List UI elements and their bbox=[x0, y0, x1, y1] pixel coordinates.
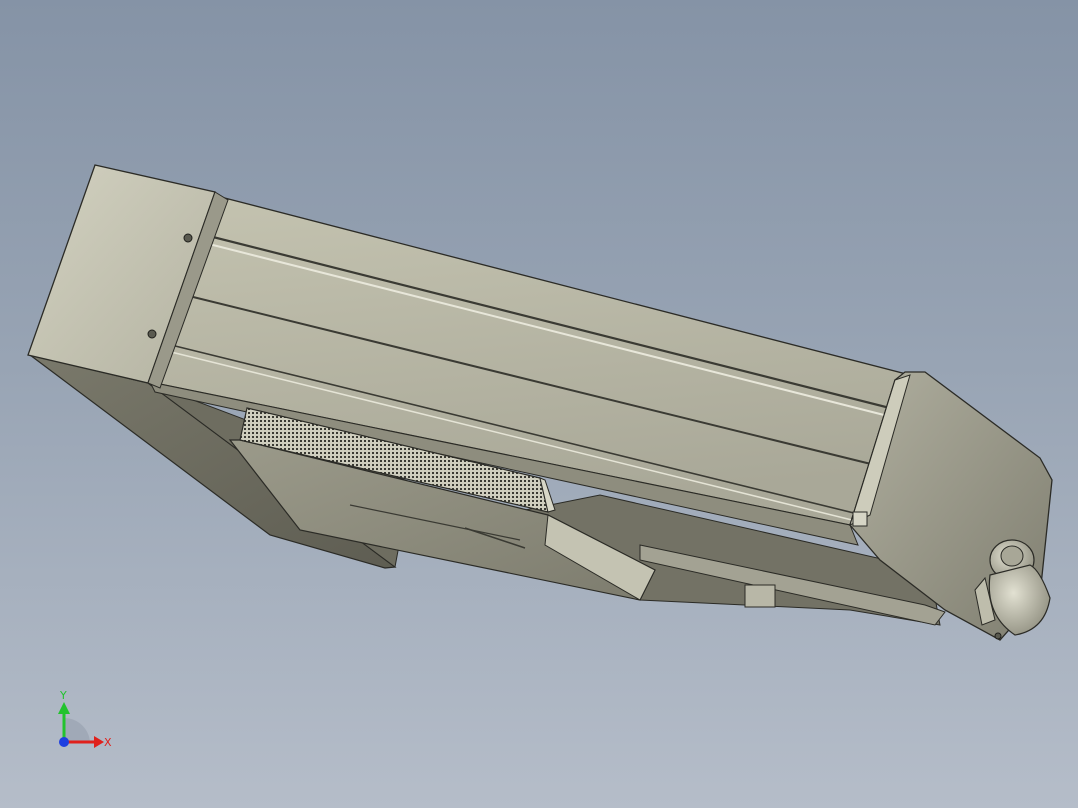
x-axis-label: X bbox=[104, 736, 112, 749]
cad-model-render[interactable]: Y X bbox=[0, 0, 1078, 808]
3d-viewport[interactable]: Y X bbox=[0, 0, 1078, 808]
z-axis-dot bbox=[59, 737, 69, 747]
y-axis-label: Y bbox=[59, 689, 67, 702]
axis-triad: Y X bbox=[58, 689, 112, 749]
